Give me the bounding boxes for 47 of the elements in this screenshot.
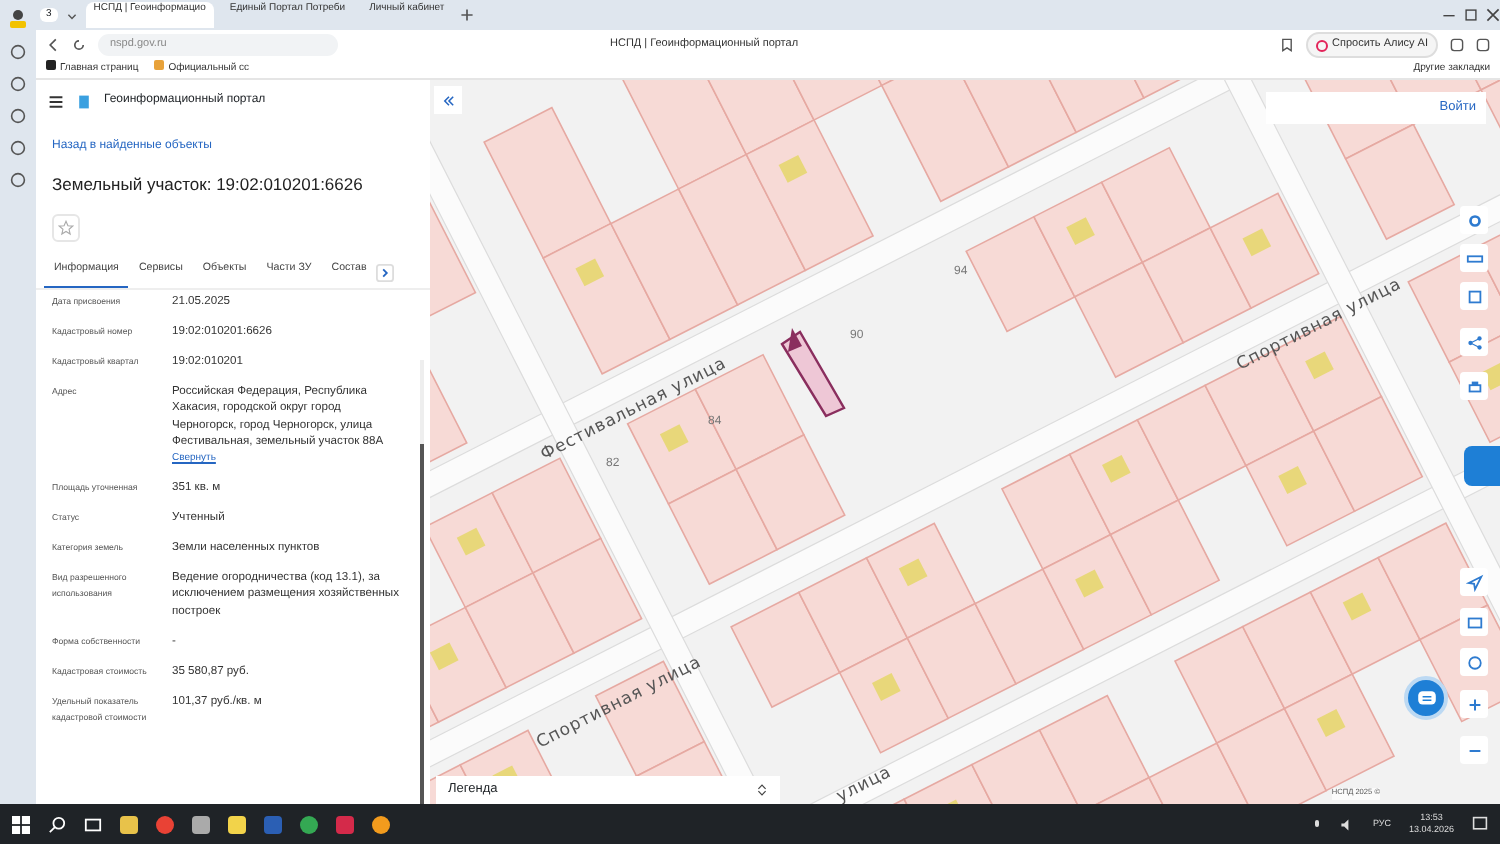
screen-button[interactable] bbox=[1460, 608, 1488, 636]
portal-logo-icon bbox=[76, 93, 92, 109]
navigation-arrow-icon bbox=[1465, 573, 1483, 591]
parcel-title: Земельный участок: 19:02:010201:6626 bbox=[50, 172, 365, 198]
zoom-in-icon bbox=[1465, 695, 1483, 713]
navigation-arrow-button[interactable] bbox=[1460, 568, 1488, 596]
print-button[interactable] bbox=[1460, 372, 1488, 400]
frame-button[interactable] bbox=[1460, 282, 1488, 310]
share-icon bbox=[1465, 333, 1483, 351]
collapse-panel-button[interactable] bbox=[434, 86, 462, 114]
frame-icon bbox=[1465, 287, 1483, 305]
menu-icon[interactable] bbox=[48, 93, 64, 109]
user-icon[interactable] bbox=[8, 8, 28, 28]
bookmark-icon[interactable] bbox=[1280, 38, 1295, 52]
app-icon[interactable] bbox=[336, 815, 354, 833]
round-app-icon[interactable] bbox=[372, 815, 390, 833]
star-icon bbox=[58, 219, 74, 236]
task-view-icon[interactable] bbox=[84, 815, 102, 833]
gear-button[interactable] bbox=[1460, 206, 1488, 234]
sort-arrows-icon bbox=[756, 782, 768, 798]
favicon-icon bbox=[154, 60, 165, 71]
double-chevron-left-icon bbox=[441, 93, 455, 107]
zoom-out-button[interactable] bbox=[1460, 736, 1488, 764]
notification-icon[interactable] bbox=[1472, 816, 1488, 832]
globe-button[interactable] bbox=[1460, 648, 1488, 676]
pin-icon bbox=[788, 328, 802, 352]
chevron-down-icon[interactable] bbox=[65, 9, 78, 21]
microphone-icon[interactable] bbox=[1312, 817, 1323, 831]
circle-icon[interactable] bbox=[300, 815, 318, 833]
search-icon[interactable] bbox=[48, 815, 66, 833]
share-button[interactable] bbox=[1460, 328, 1488, 356]
chevron-right-icon[interactable] bbox=[376, 263, 395, 282]
screen-icon bbox=[1465, 613, 1483, 631]
selected-parcel[interactable] bbox=[780, 330, 846, 418]
reload-icon[interactable] bbox=[72, 38, 86, 52]
four-squares-icon[interactable] bbox=[12, 815, 30, 833]
back-icon[interactable] bbox=[46, 38, 60, 52]
plus-icon[interactable] bbox=[460, 8, 475, 22]
zoom-in-button[interactable] bbox=[1460, 690, 1488, 718]
ruler-icon bbox=[1465, 249, 1483, 267]
ruler-button[interactable] bbox=[1460, 244, 1488, 272]
close-icon[interactable] bbox=[1486, 8, 1500, 22]
scrollbar[interactable] bbox=[420, 360, 424, 804]
favicon-icon bbox=[46, 60, 56, 71]
maximize-icon[interactable] bbox=[1464, 8, 1478, 22]
print-icon bbox=[1465, 377, 1483, 395]
chat-icon bbox=[1415, 687, 1437, 709]
